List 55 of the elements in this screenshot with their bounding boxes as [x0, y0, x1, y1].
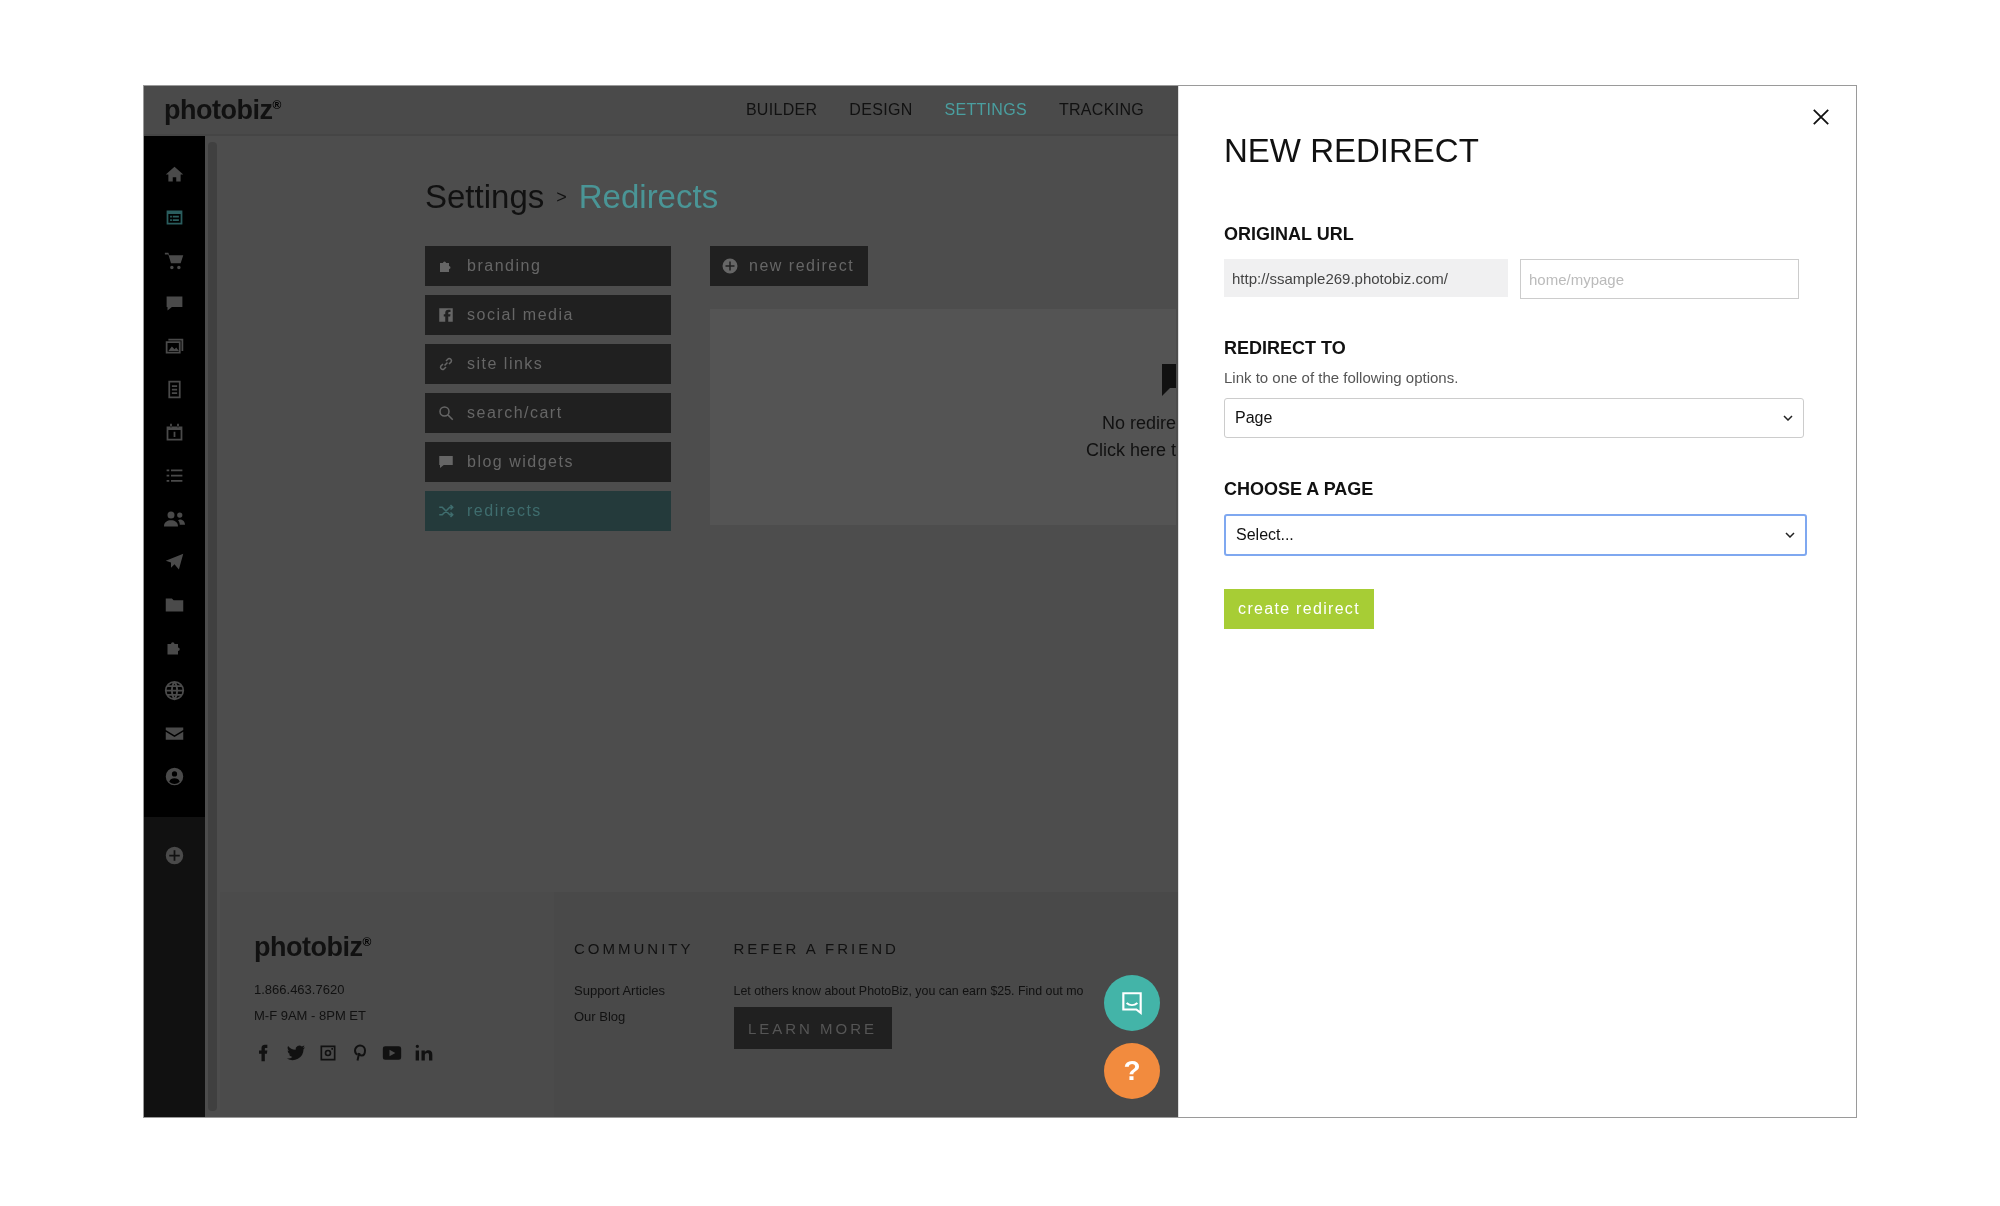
facebook-icon [437, 306, 455, 324]
settings-menu-item[interactable]: social media [425, 295, 671, 335]
search-icon [437, 404, 455, 422]
user-icon[interactable] [164, 766, 185, 787]
field-label: CHOOSE A PAGE [1224, 479, 1374, 500]
add-icon [721, 257, 739, 275]
office-hours: M-F 9AM - 8PM ET [254, 1007, 367, 1025]
shuffle-icon [437, 502, 455, 520]
globe-icon[interactable] [164, 680, 185, 701]
field-label: ORIGINAL URL [1224, 224, 1354, 245]
linkedin-icon[interactable] [414, 1043, 434, 1063]
image-icon[interactable] [164, 336, 185, 357]
create-redirect-button[interactable]: create redirect [1224, 589, 1374, 629]
close-icon[interactable] [1812, 108, 1830, 126]
new-redirect-button[interactable]: new redirect [710, 246, 868, 286]
instagram-icon[interactable] [318, 1043, 338, 1063]
help-button[interactable]: ? [1104, 1043, 1160, 1099]
nav-tab[interactable]: DESIGN [849, 101, 913, 119]
add-icon[interactable] [164, 845, 185, 866]
phone-number: 1.866.463.7620 [254, 981, 346, 999]
home-icon[interactable] [164, 164, 185, 185]
chat-button[interactable] [1104, 975, 1160, 1031]
settings-menu-item[interactable]: branding [425, 246, 671, 286]
cart-icon[interactable] [164, 250, 185, 271]
calendar-icon[interactable] [164, 422, 185, 443]
empty-state-text: No redire [1101, 412, 1176, 435]
paper-plane-icon[interactable] [164, 551, 185, 572]
settings-menu-item[interactable]: blog widgets [425, 442, 671, 482]
twitter-icon[interactable] [286, 1043, 306, 1063]
footer-link[interactable]: Our Blog [574, 1004, 626, 1030]
field-hint: Link to one of the following options. [1224, 369, 1459, 386]
logo[interactable]: photobiz$^{®}$ [164, 94, 281, 126]
breadcrumb-current: Redirects [578, 178, 719, 216]
footer-link[interactable]: Support Articles [574, 978, 666, 1004]
panel-title: NEW REDIRECT [1224, 132, 1479, 170]
chevron-icon [1783, 415, 1793, 421]
footer-heading: COMMUNITY [574, 940, 694, 957]
field-label: REDIRECT TO [1224, 338, 1346, 359]
choose-page-dropdown[interactable]: Select... [1224, 514, 1807, 556]
empty-state-link[interactable]: Click here t [1085, 437, 1176, 464]
breadcrumb-separator: > [556, 186, 567, 208]
youtube-icon[interactable] [382, 1043, 402, 1063]
url-prefix: http://ssample269.photobiz.com/ [1224, 259, 1508, 297]
settings-menu-item[interactable]: search/cart [425, 393, 671, 433]
footer-logo[interactable]: photobiz$^{®}$ [254, 932, 554, 963]
link-icon [437, 355, 455, 373]
nav-tab[interactable]: SETTINGS [944, 101, 1027, 119]
footer-heading: REFER A FRIEND [733, 940, 899, 957]
chevron-icon [1785, 532, 1795, 538]
url-path-field[interactable]: home/mypage [1520, 259, 1799, 299]
nav-tab[interactable]: BUILDER [745, 101, 818, 119]
settings-menu-item[interactable]: site links [425, 344, 671, 384]
breadcrumb-parent[interactable]: Settings [425, 178, 545, 216]
link-type-dropdown[interactable]: Page [1224, 398, 1804, 438]
nav-tab[interactable]: TRACKING [1058, 101, 1144, 119]
